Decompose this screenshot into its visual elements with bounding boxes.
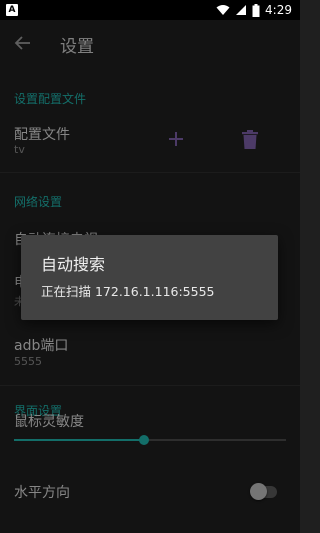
- wifi-icon: [216, 5, 230, 15]
- dialog-message: 正在扫描 172.16.1.116:5555: [41, 284, 215, 299]
- search-dialog: 自动搜索 正在扫描 172.16.1.116:5555: [21, 235, 278, 320]
- battery-icon: [252, 3, 260, 17]
- status-bar: A 4:29: [0, 0, 300, 20]
- status-icons: 4:29: [216, 3, 292, 17]
- notification-icon: A: [6, 4, 18, 16]
- cellular-icon: [236, 5, 247, 15]
- clock: 4:29: [265, 3, 292, 17]
- dialog-title: 自动搜索: [41, 255, 106, 274]
